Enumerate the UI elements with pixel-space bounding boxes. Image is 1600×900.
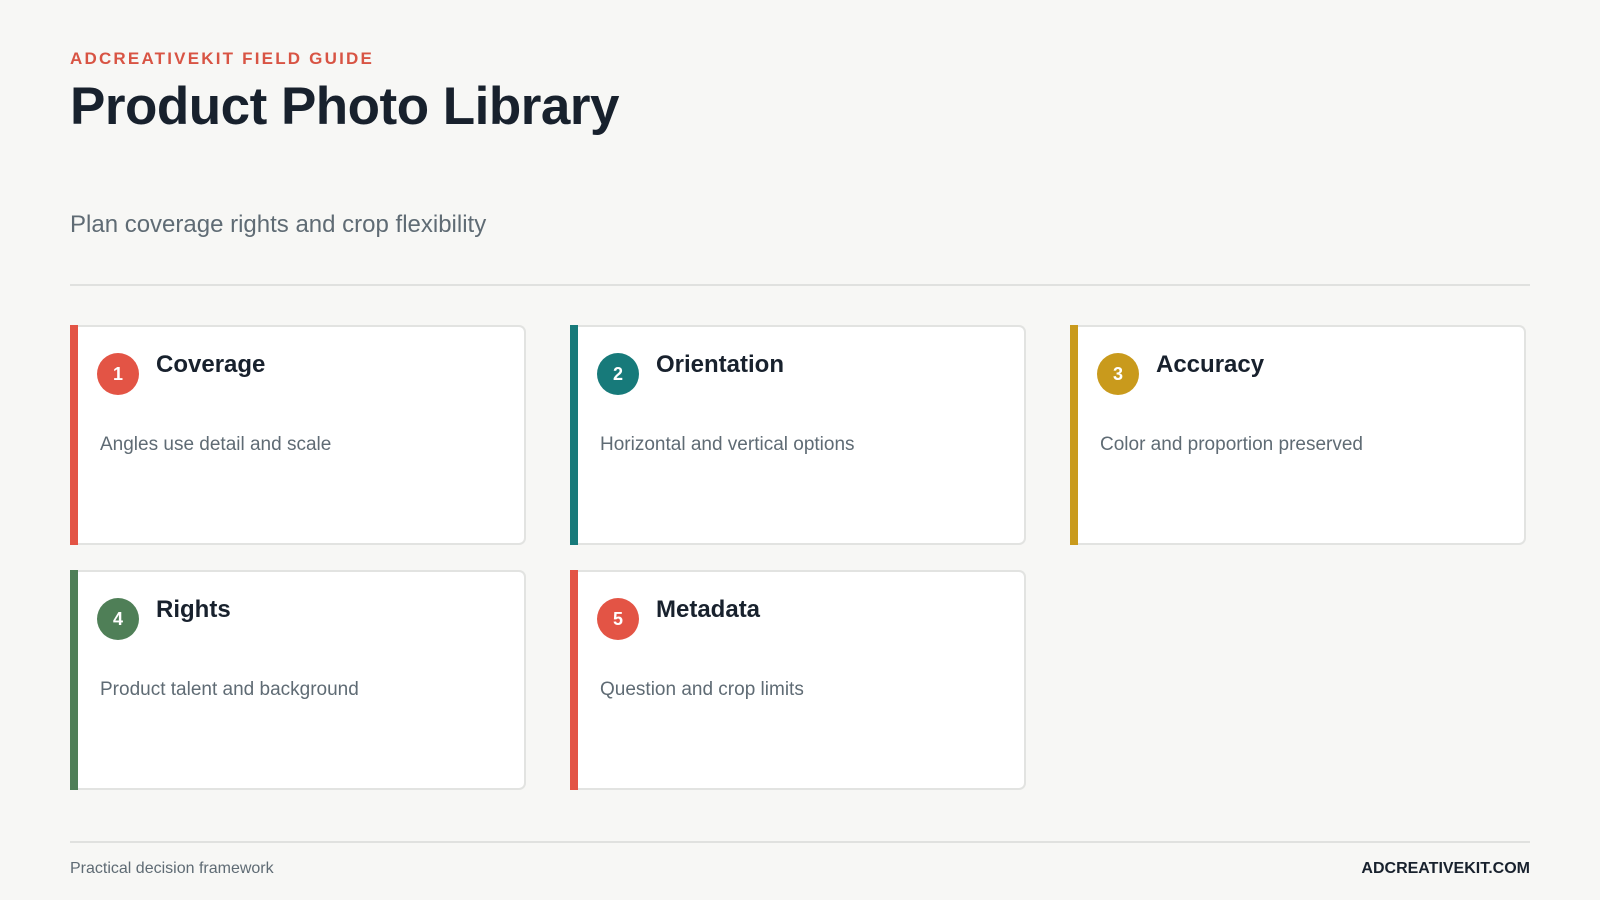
page-title: Product Photo Library — [70, 77, 619, 136]
card-accent-bar — [570, 325, 578, 545]
footer-website: ADCREATIVEKIT.COM — [1361, 860, 1530, 877]
card-title: Metadata — [656, 596, 761, 623]
eyebrow-label: ADCREATIVEKIT FIELD GUIDE — [70, 49, 375, 68]
card-orientation: 2 Orientation Horizontal and vertical op… — [570, 325, 1026, 545]
card-description: Horizontal and vertical options — [600, 434, 855, 455]
card-title: Accuracy — [1156, 351, 1265, 378]
slide: ADCREATIVEKIT FIELD GUIDE Product Photo … — [70, 0, 1530, 900]
top-divider — [70, 284, 1530, 286]
card-description: Angles use detail and scale — [100, 434, 332, 455]
card-metadata: 5 Metadata Question and crop limits — [570, 570, 1026, 790]
card-accuracy: 3 Accuracy Color and proportion preserve… — [1070, 325, 1526, 545]
card-accent-bar — [1070, 325, 1078, 545]
step-number-badge: 5 — [597, 598, 639, 640]
card-grid: 1 Coverage Angles use detail and scale 2… — [70, 325, 1530, 790]
step-number-badge: 1 — [97, 353, 139, 395]
card-description: Color and proportion preserved — [1100, 434, 1363, 455]
card-title: Rights — [156, 596, 231, 623]
step-number-badge: 4 — [97, 598, 139, 640]
card-description: Product talent and background — [100, 679, 359, 700]
card-description: Question and crop limits — [600, 679, 804, 700]
card-accent-bar — [70, 570, 78, 790]
bottom-divider — [70, 841, 1530, 843]
step-number-badge: 3 — [1097, 353, 1139, 395]
card-accent-bar — [70, 325, 78, 545]
card-rights: 4 Rights Product talent and background — [70, 570, 526, 790]
page-subtitle: Plan coverage rights and crop flexibilit… — [70, 211, 487, 238]
card-coverage: 1 Coverage Angles use detail and scale — [70, 325, 526, 545]
card-title: Orientation — [656, 351, 785, 378]
card-title: Coverage — [156, 351, 266, 378]
card-accent-bar — [570, 570, 578, 790]
footer-tagline: Practical decision framework — [70, 860, 274, 877]
step-number-badge: 2 — [597, 353, 639, 395]
